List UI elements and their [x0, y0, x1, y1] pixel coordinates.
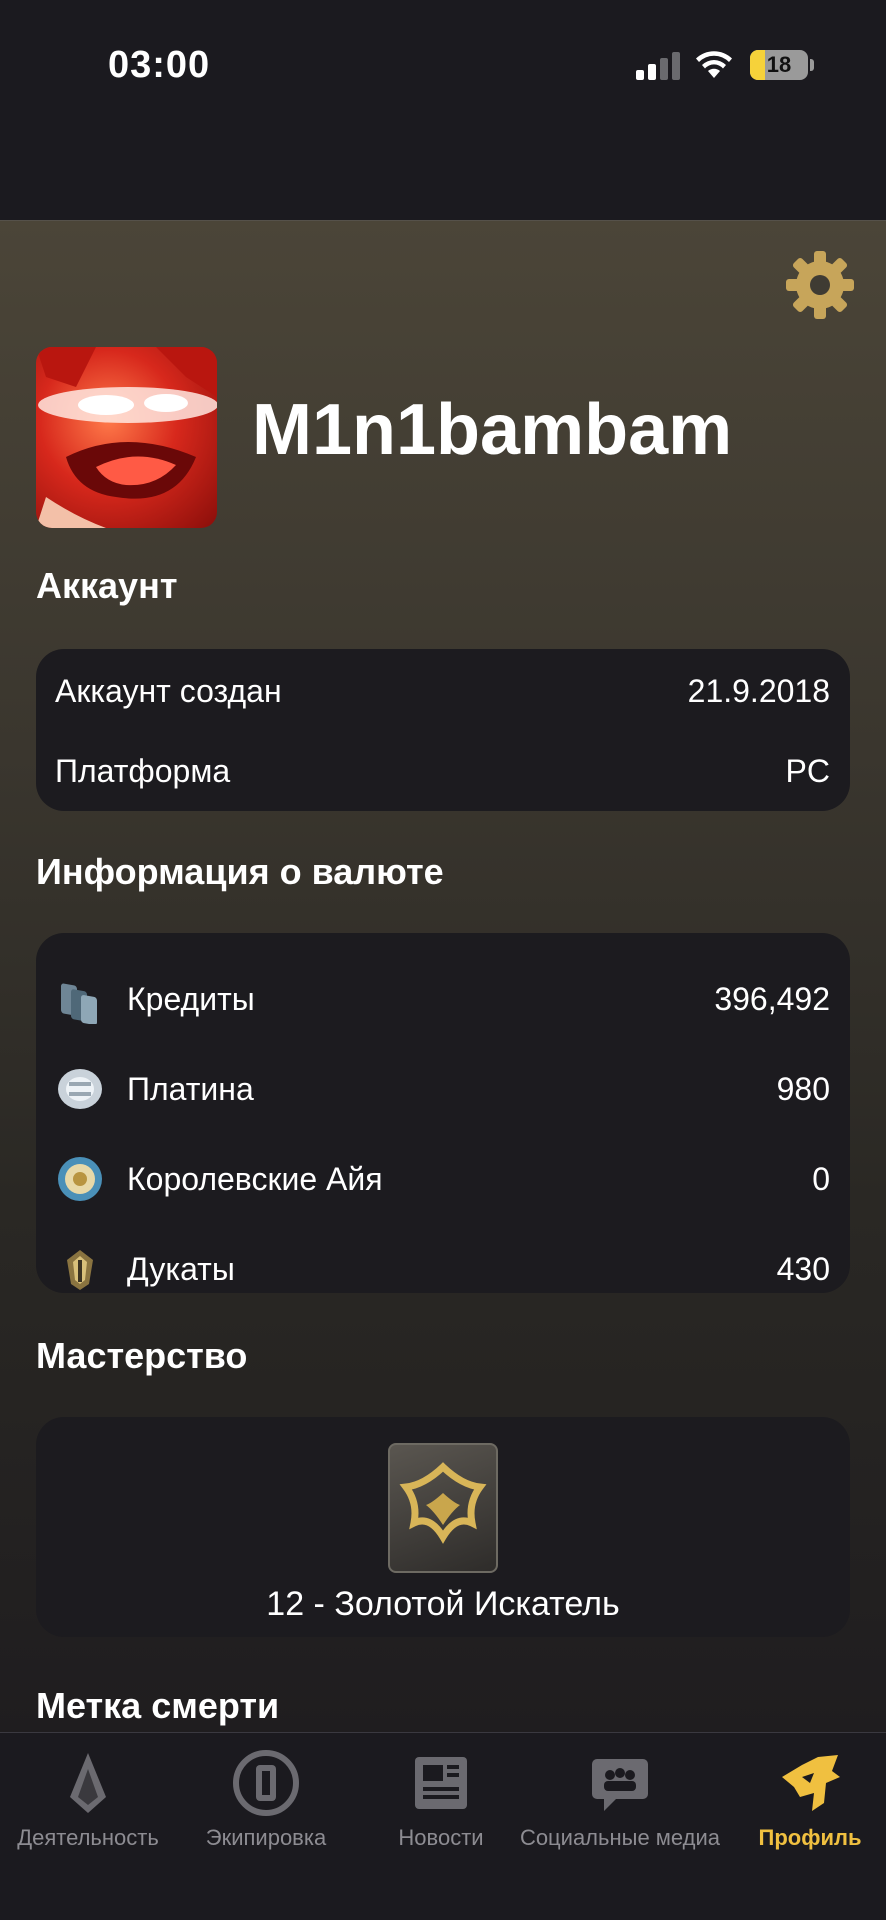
platinum-value: 980	[776, 1070, 830, 1107]
tab-arsenal-label: Экипировка	[205, 1825, 327, 1850]
credits-label: Кредиты	[127, 980, 255, 1017]
mastery-rank-text: 12 - Золотой Искатель	[266, 1585, 620, 1623]
regal-aya-icon	[58, 1157, 102, 1201]
mastery-rank-icon	[388, 1443, 498, 1573]
ducats-value: 430	[776, 1250, 830, 1287]
platform-label: Платформа	[55, 752, 231, 789]
news-icon	[415, 1757, 467, 1809]
account-created-label: Аккаунт создан	[55, 672, 282, 709]
battery-level: 18	[766, 52, 792, 77]
tab-news[interactable]: Новости	[356, 1733, 526, 1853]
tab-profile[interactable]: Профиль	[734, 1733, 886, 1853]
profile-icon	[782, 1755, 840, 1811]
wifi-icon	[696, 51, 732, 78]
account-created-value: 21.9.2018	[687, 672, 830, 709]
currency-card: Кредиты 396,492 Платина 980 Королевские …	[36, 933, 850, 1293]
account-section-title: Аккаунт	[36, 565, 178, 606]
arsenal-icon	[233, 1750, 299, 1816]
cellular-signal-icon	[636, 52, 680, 80]
username: M1n1bambam	[252, 390, 733, 470]
status-time: 03:00	[108, 44, 211, 86]
settings-gear-icon[interactable]	[782, 247, 858, 323]
mastery-card: 12 - Золотой Искатель	[36, 1417, 850, 1637]
tab-profile-label: Профиль	[758, 1825, 862, 1850]
credits-value: 396,492	[714, 980, 830, 1017]
currency-row-platinum: Платина 980	[36, 1059, 850, 1119]
account-created-row: Аккаунт создан 21.9.2018	[36, 661, 850, 721]
activity-icon	[70, 1753, 106, 1813]
currency-section-title: Информация о валюте	[36, 851, 444, 892]
platform-value: PC	[785, 752, 830, 789]
profile-screen: M1n1bambam Аккаунт Аккаунт создан 21.9.2…	[0, 220, 886, 1732]
tab-bar: Деятельность Экипировка Новости Социальн…	[0, 1732, 886, 1920]
tab-activity[interactable]: Деятельность	[0, 1733, 176, 1853]
currency-row-ducats: Дукаты 430	[36, 1239, 850, 1299]
tab-social-label: Социальные медиа	[519, 1825, 721, 1850]
platinum-icon	[58, 1069, 102, 1109]
tab-arsenal[interactable]: Экипировка	[176, 1733, 356, 1853]
avatar-image	[36, 347, 217, 528]
currency-row-regal-aya: Королевские Айя 0	[36, 1149, 850, 1209]
tab-news-label: Новости	[398, 1825, 484, 1850]
credits-icon	[61, 983, 97, 1024]
regal-aya-value: 0	[812, 1160, 830, 1197]
tab-social[interactable]: Социальные медиа	[506, 1733, 734, 1853]
ducats-label: Дукаты	[127, 1250, 235, 1287]
account-card: Аккаунт создан 21.9.2018 Платформа PC	[36, 649, 850, 811]
avatar[interactable]	[36, 347, 217, 528]
social-icon	[592, 1759, 648, 1811]
mastery-section-title: Мастерство	[36, 1335, 248, 1376]
battery-icon: 18	[750, 50, 808, 80]
currency-row-credits: Кредиты 396,492	[36, 969, 850, 1029]
death-mark-section-title: Метка смерти	[36, 1685, 280, 1726]
ducats-icon	[67, 1250, 93, 1290]
status-bar: 03:00 18	[0, 0, 886, 220]
platinum-label: Платина	[127, 1070, 254, 1107]
platform-row: Платформа PC	[36, 741, 850, 801]
tab-activity-label: Деятельность	[17, 1825, 159, 1850]
regal-aya-label: Королевские Айя	[127, 1160, 383, 1197]
